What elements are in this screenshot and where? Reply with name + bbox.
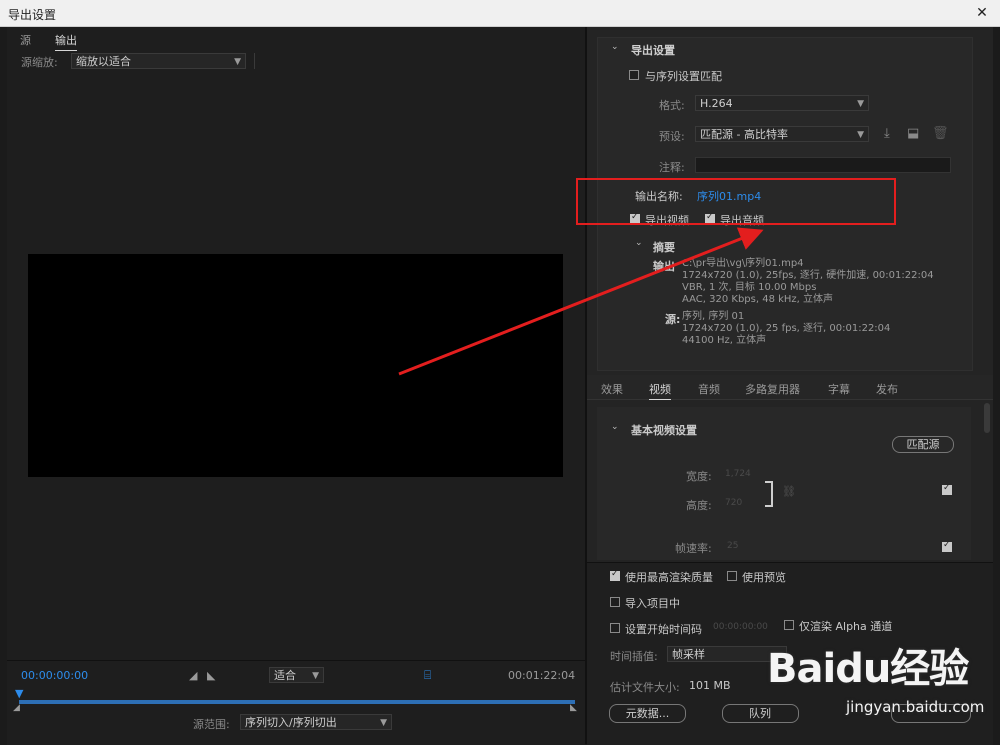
watermark-url: jingyan.baidu.com — [846, 698, 985, 716]
watermark-url-box: jingyan.baidu.com — [768, 690, 998, 740]
arrow-line — [398, 227, 764, 376]
watermark-logo: Baidu经验 — [767, 646, 969, 692]
annotation-arrow — [398, 227, 764, 376]
